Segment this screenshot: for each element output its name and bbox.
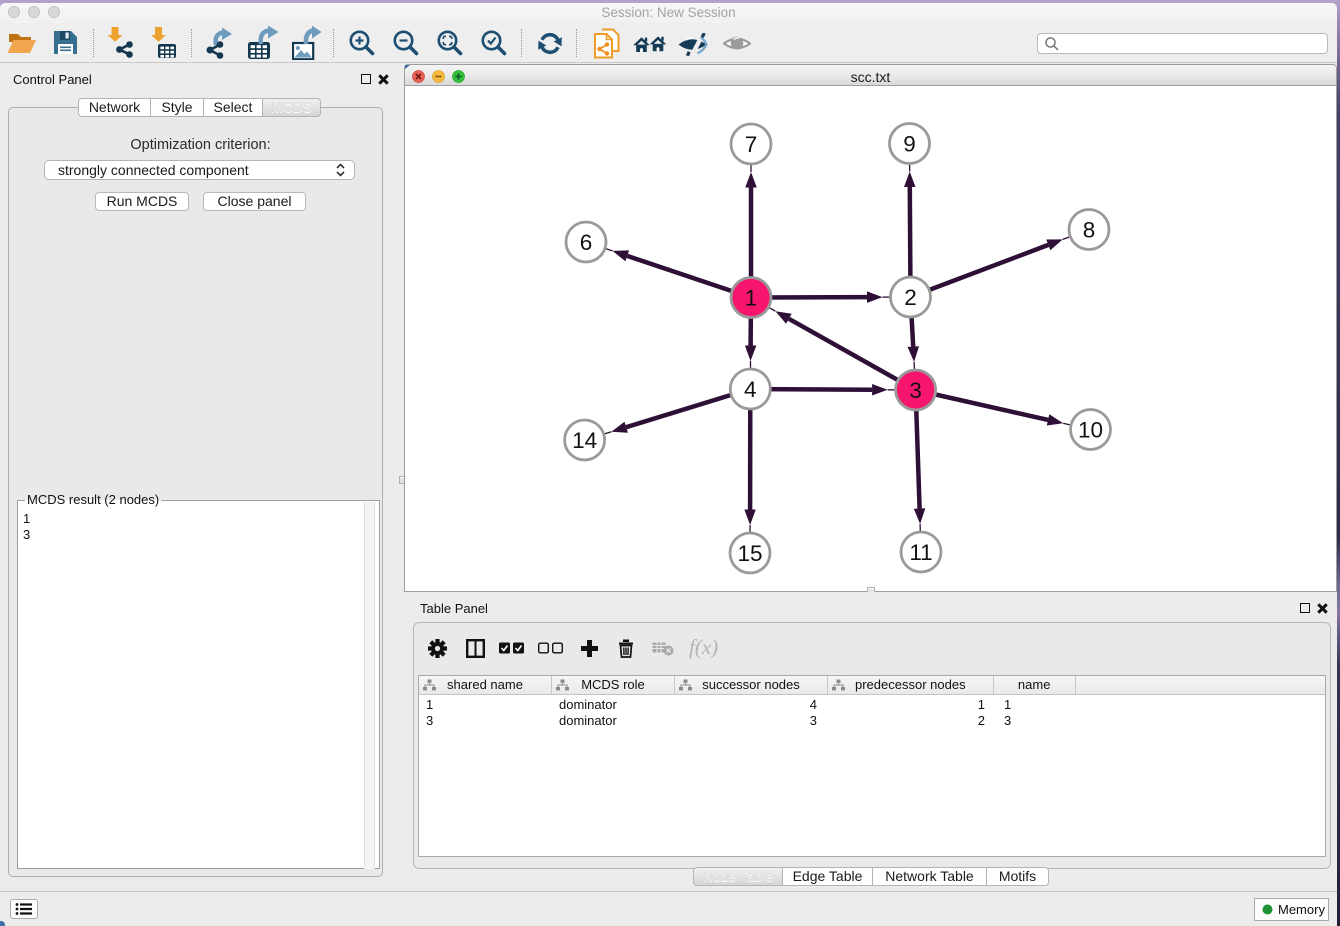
svg-text:9: 9 (903, 132, 916, 157)
svg-text:8: 8 (1083, 218, 1096, 243)
svg-text:4: 4 (744, 377, 757, 402)
svg-text:1: 1 (745, 286, 758, 311)
svg-text:14: 14 (572, 428, 597, 453)
svg-text:7: 7 (745, 132, 758, 157)
svg-text:15: 15 (737, 541, 762, 566)
svg-text:10: 10 (1078, 418, 1103, 443)
svg-text:3: 3 (909, 378, 922, 403)
svg-text:11: 11 (909, 540, 932, 565)
svg-text:2: 2 (904, 285, 917, 310)
svg-text:6: 6 (580, 230, 593, 255)
